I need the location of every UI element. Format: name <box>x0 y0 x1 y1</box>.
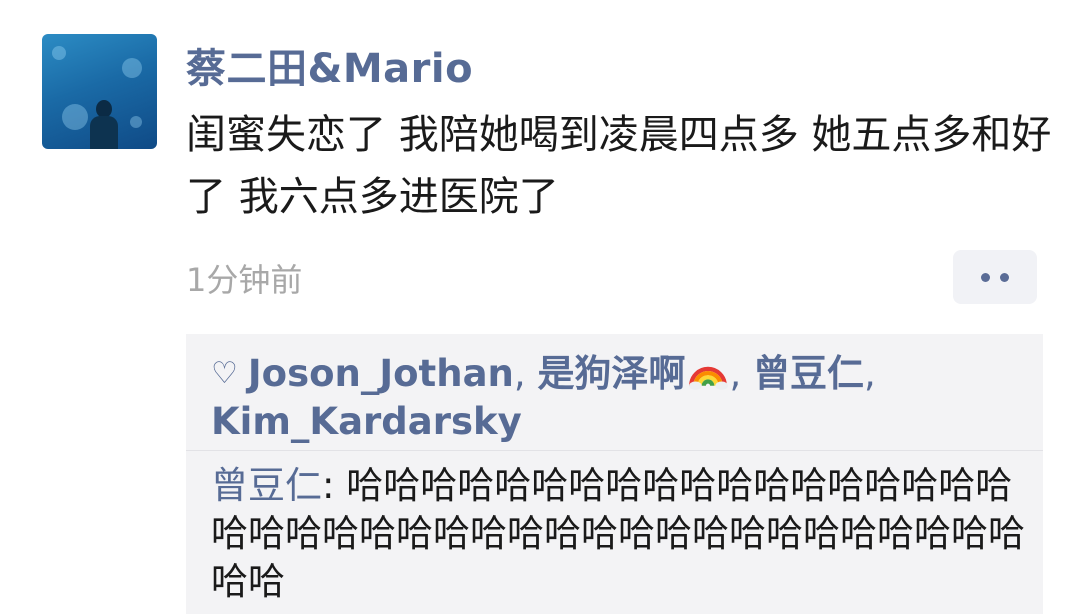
more-button[interactable] <box>953 250 1037 304</box>
post-timestamp: 1分钟前 <box>186 261 303 299</box>
avatar[interactable] <box>42 34 157 149</box>
more-dots-icon <box>981 272 990 282</box>
divider <box>186 450 1043 451</box>
comment-item[interactable]: 曾豆仁: 哈哈哈哈哈哈哈哈哈哈哈哈哈哈哈哈哈哈哈哈哈哈哈哈哈哈哈哈哈哈哈哈哈哈哈… <box>211 462 1026 606</box>
avatar-decoration <box>130 116 142 128</box>
like-name[interactable]: 曾豆仁 <box>753 352 864 395</box>
like-separator: , <box>729 352 753 395</box>
likes-list: ♡ Joson_Jothan, 是狗泽啊 , 曾豆仁, Kim_Kardarsky <box>211 350 1021 446</box>
interaction-panel: ♡ Joson_Jothan, 是狗泽啊 , 曾豆仁, Kim_Kardarsky… <box>186 334 1043 614</box>
avatar-decoration <box>52 46 66 60</box>
avatar-decoration <box>62 104 88 130</box>
like-name[interactable]: Joson_Jothan <box>248 352 514 395</box>
like-separator: , <box>513 352 538 395</box>
heart-outline-icon: ♡ <box>211 356 238 391</box>
avatar-decoration <box>122 58 142 78</box>
like-separator: , <box>863 352 876 395</box>
comment-author[interactable]: 曾豆仁 <box>211 464 322 507</box>
post-text: 闺蜜失恋了 我陪她喝到凌晨四点多 她五点多和好了 我六点多进医院了 <box>186 112 1052 220</box>
like-name[interactable]: 是狗泽啊 <box>537 352 685 395</box>
like-name[interactable]: Kim_Kardarsky <box>211 400 522 443</box>
rainbow-icon <box>689 366 729 390</box>
more-dots-icon <box>1000 272 1009 282</box>
avatar-figure-body <box>90 116 118 149</box>
comment-separator: : <box>322 464 347 507</box>
post-username[interactable]: 蔡二田&Mario <box>186 36 473 94</box>
